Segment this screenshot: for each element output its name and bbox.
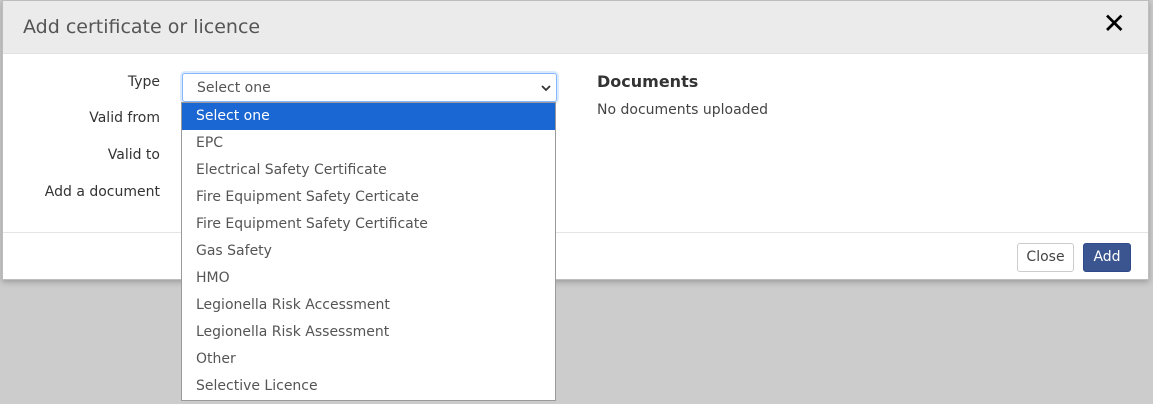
modal-header: Add certificate or licence ✕ — [3, 1, 1148, 54]
dropdown-option[interactable]: EPC — [182, 130, 555, 157]
modal-footer-divider — [3, 232, 1148, 233]
documents-heading: Documents — [597, 72, 699, 91]
type-label: Type — [127, 74, 160, 90]
dropdown-option[interactable]: Legionella Risk Accessment — [182, 292, 555, 319]
add-certificate-modal: Add certificate or licence ✕ Type Valid … — [2, 0, 1149, 280]
documents-empty-text: No documents uploaded — [597, 102, 769, 118]
add-document-label: Add a document — [44, 184, 160, 200]
modal-title: Add certificate or licence — [23, 16, 261, 38]
dropdown-option[interactable]: Other — [182, 346, 555, 373]
dropdown-option[interactable]: Electrical Safety Certificate — [182, 157, 555, 184]
valid-from-label: Valid from — [89, 110, 160, 126]
close-button[interactable]: Close — [1017, 243, 1074, 272]
add-button[interactable]: Add — [1083, 243, 1131, 272]
type-select-value: Select one — [197, 80, 271, 96]
dropdown-option[interactable]: Selective Licence — [182, 373, 555, 400]
valid-to-label: Valid to — [107, 147, 160, 163]
type-select[interactable]: Select one — [182, 73, 557, 102]
dropdown-option[interactable]: Select one — [182, 103, 555, 130]
chevron-down-icon — [541, 85, 551, 92]
dropdown-option[interactable]: Gas Safety — [182, 238, 555, 265]
dropdown-option[interactable]: Legionella Risk Assessment — [182, 319, 555, 346]
close-icon[interactable]: ✕ — [1103, 9, 1126, 39]
type-dropdown-list: Select one EPC Electrical Safety Certifi… — [181, 102, 556, 401]
dropdown-option[interactable]: HMO — [182, 265, 555, 292]
dropdown-option[interactable]: Fire Equipment Safety Certificate — [182, 211, 555, 238]
dropdown-option[interactable]: Fire Equipment Safety Certicate — [182, 184, 555, 211]
